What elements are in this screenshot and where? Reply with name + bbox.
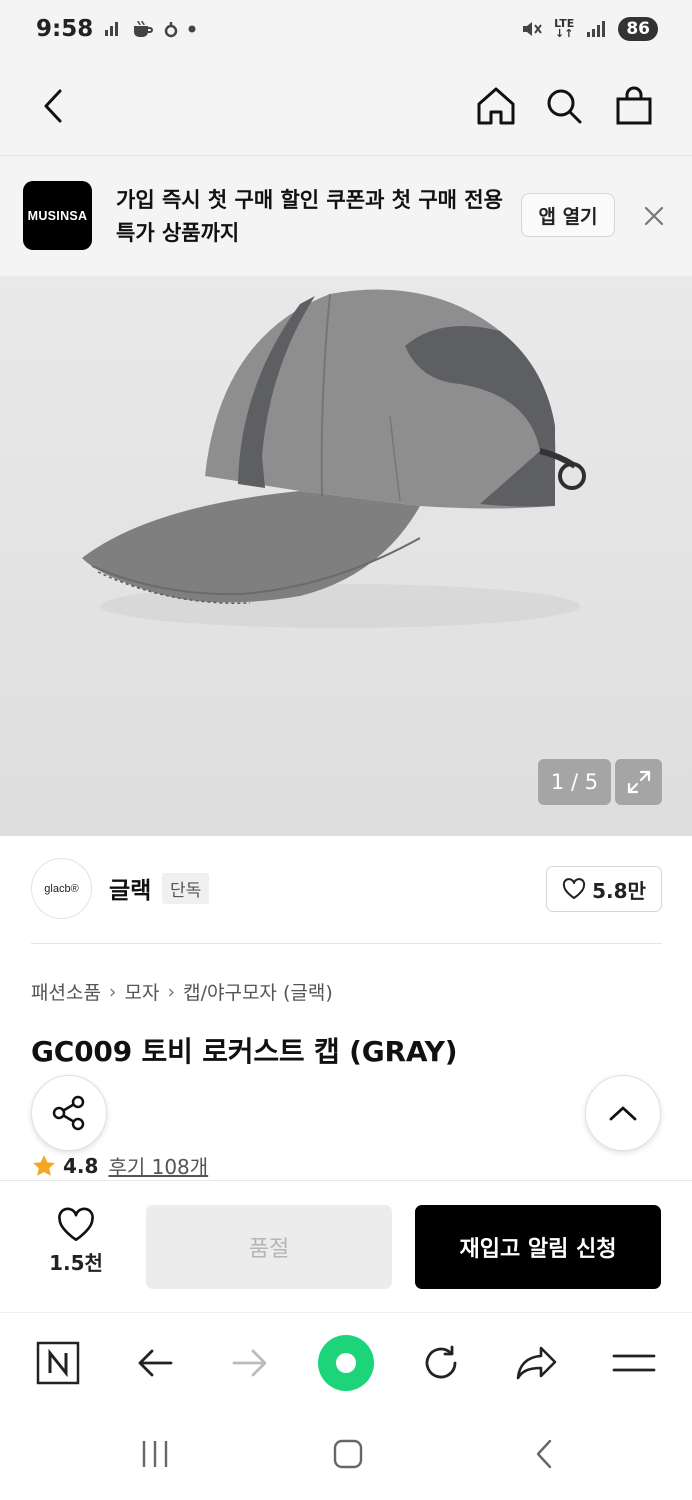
- search-button[interactable]: [538, 80, 590, 132]
- wishlist-button[interactable]: 1.5천: [36, 1207, 116, 1276]
- wishlist-count: 1.5천: [49, 1251, 103, 1275]
- back-arrow-icon: [44, 89, 62, 123]
- chevron-up-icon: [609, 1106, 637, 1121]
- heart-icon: [58, 1207, 94, 1242]
- star-icon: [33, 1154, 55, 1176]
- app-promo-banner: MUSINSA 가입 즉시 첫 구매 할인 쿠폰과 첫 구매 전용 특가 상품까…: [0, 156, 692, 276]
- product-image-gallery[interactable]: 1 / 5: [0, 276, 692, 836]
- green-dot-icon: [318, 1335, 374, 1391]
- breadcrumb-item[interactable]: 캡/야구모자 (글랙): [183, 978, 333, 1005]
- shopping-bag-icon: [616, 86, 652, 125]
- product-title: GC009 토비 로커스트 캡 (GRAY): [31, 1035, 458, 1068]
- battery-indicator: 86: [618, 17, 658, 41]
- chevron-right-icon: ›: [108, 980, 117, 1003]
- top-navigation: [0, 56, 692, 156]
- search-icon: [547, 89, 582, 124]
- banner-close-button[interactable]: [640, 202, 668, 230]
- dot-icon: [188, 25, 196, 33]
- image-counter: 1 / 5: [538, 759, 611, 805]
- lte-indicator: LTE ↓↑: [554, 17, 575, 40]
- back-button[interactable]: [28, 80, 80, 132]
- signal-bars-icon: [105, 22, 118, 36]
- recent-apps-icon: [142, 1441, 168, 1467]
- home-icon: [477, 87, 515, 125]
- scroll-top-button[interactable]: [585, 1075, 661, 1151]
- browser-home-button[interactable]: [316, 1333, 376, 1393]
- restock-alert-button[interactable]: 재입고 알림 신청: [415, 1205, 661, 1289]
- system-back-button[interactable]: [516, 1432, 572, 1476]
- exclusive-badge: 단독: [162, 873, 210, 904]
- status-time: 9:58: [36, 16, 94, 42]
- status-right-icons: LTE ↓↑ 86: [520, 17, 658, 41]
- breadcrumb: 패션소품 › 모자 › 캡/야구모자 (글랙): [31, 978, 333, 1005]
- browser-share-button[interactable]: [507, 1333, 567, 1393]
- system-home-button[interactable]: [320, 1432, 376, 1476]
- forward-share-icon: [516, 1346, 557, 1380]
- arrow-left-icon: [138, 1349, 173, 1377]
- expand-icon: [627, 770, 650, 794]
- purchase-bar: 1.5천 품절 재입고 알림 신청: [0, 1180, 692, 1310]
- naver-n-icon: [36, 1341, 80, 1385]
- breadcrumb-item[interactable]: 패션소품: [31, 978, 101, 1005]
- refresh-icon: [425, 1345, 457, 1379]
- banner-message: 가입 즉시 첫 구매 할인 쿠폰과 첫 구매 전용 특가 상품까지: [116, 188, 503, 245]
- app-notification-icon: [164, 22, 178, 38]
- system-navigation: [0, 1412, 692, 1500]
- brand-like-count: 5.8만: [592, 878, 646, 903]
- recent-apps-button[interactable]: [127, 1432, 183, 1476]
- cart-button[interactable]: [608, 80, 660, 132]
- menu-button[interactable]: [604, 1333, 664, 1393]
- mute-icon: [523, 22, 542, 36]
- home-square-icon: [333, 1439, 363, 1469]
- status-bar: 9:58 LTE ↓↑ 86: [0, 0, 692, 56]
- arrow-right-icon: [232, 1349, 267, 1377]
- musinsa-logo: MUSINSA: [23, 181, 92, 250]
- brand-logo[interactable]: glacb®: [31, 858, 92, 919]
- chevron-right-icon: ›: [167, 980, 176, 1003]
- browser-forward-button[interactable]: [220, 1333, 280, 1393]
- hamburger-icon: [612, 1354, 656, 1372]
- chevron-left-icon: [536, 1439, 552, 1469]
- brand-row: glacb® 글랙 단독 5.8만: [31, 858, 662, 944]
- brand-name[interactable]: 글랙: [109, 871, 151, 905]
- cell-signal-icon: [587, 21, 606, 37]
- coffee-cup-icon: [134, 20, 153, 37]
- rating-value: 4.8: [63, 1153, 99, 1178]
- breadcrumb-item[interactable]: 모자: [125, 978, 160, 1005]
- close-icon: [644, 206, 664, 226]
- home-button[interactable]: [470, 80, 522, 132]
- rating-row: 4.8 후기 108개: [31, 1151, 208, 1180]
- review-link[interactable]: 후기 108개: [108, 1151, 208, 1180]
- brand-like-button[interactable]: 5.8만: [546, 866, 662, 912]
- browser-back-button[interactable]: [125, 1333, 185, 1393]
- share-button[interactable]: [31, 1075, 107, 1151]
- product-cap-image: [82, 289, 586, 628]
- refresh-button[interactable]: [411, 1333, 471, 1393]
- expand-image-button[interactable]: [615, 759, 662, 805]
- open-app-button[interactable]: 앱 열기: [521, 193, 615, 237]
- status-notification-icons: [104, 20, 196, 38]
- naver-button[interactable]: [28, 1333, 88, 1393]
- share-icon: [52, 1095, 85, 1131]
- browser-toolbar: [0, 1312, 692, 1412]
- heart-icon: [562, 878, 586, 899]
- soldout-button: 품절: [146, 1205, 392, 1289]
